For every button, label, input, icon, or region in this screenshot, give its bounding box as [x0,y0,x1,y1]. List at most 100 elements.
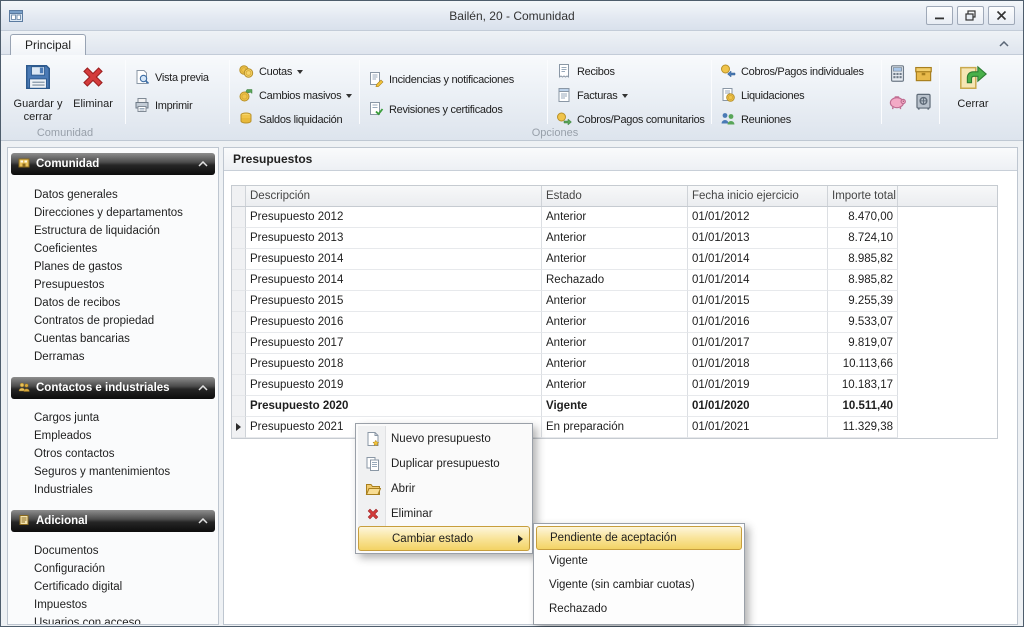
eliminar-button[interactable]: Eliminar [67,58,119,134]
gold-chest-icon [914,64,933,86]
table-row[interactable]: Presupuesto 2017 Anterior 01/01/2017 9.8… [232,333,997,354]
cell-estado: En preparación [542,417,688,438]
guardar-y-cerrar-button[interactable]: Guardar y cerrar [9,58,67,134]
archive-button[interactable] [911,63,935,87]
submenu-item-rechazado[interactable]: Rechazado [536,598,742,622]
dropdown-arrow-icon [622,94,628,98]
sidebar-item-certificado-digital[interactable]: Certificado digital [8,578,218,596]
sidebar-item-empleados[interactable]: Empleados [8,427,218,445]
coin-blue-arrow-icon [720,63,736,82]
menu-item-abrir[interactable]: Abrir [358,476,530,501]
column-header-estado[interactable]: Estado [542,186,688,206]
revisiones-button[interactable]: Revisiones y certificados [363,99,508,121]
row-indicator [232,228,246,249]
recibos-button[interactable]: Recibos [551,61,620,83]
menu-item-duplicar-presupuesto[interactable]: Duplicar presupuesto [358,451,530,476]
cerrar-button[interactable]: Cerrar [945,58,1001,134]
table-row[interactable]: Presupuesto 2014 Anterior 01/01/2014 8.9… [232,249,997,270]
cell-descripcion: Presupuesto 2015 [246,291,542,312]
row-indicator [232,375,246,396]
close-button[interactable] [988,6,1015,25]
menu-item-label: Nuevo presupuesto [391,433,491,445]
cobros-individuales-button[interactable]: Cobros/Pagos individuales [715,61,869,83]
sidebar-item-coeficientes[interactable]: Coeficientes [8,240,218,258]
current-row-arrow-icon [236,423,241,431]
sidebar-item-datos-de-recibos[interactable]: Datos de recibos [8,294,218,312]
cell-descripcion: Presupuesto 2019 [246,375,542,396]
row-indicator [232,207,246,228]
sidebar-item-usuarios-con-acceso[interactable]: Usuarios con acceso [8,614,218,625]
table-row[interactable]: Presupuesto 2012 Anterior 01/01/2012 8.4… [232,207,997,228]
table-row[interactable]: Presupuesto 2014 Rechazado 01/01/2014 8.… [232,270,997,291]
row-indicator [232,291,246,312]
submenu-item-vigente[interactable]: Vigente [536,550,742,574]
sidebar-item-cuentas-bancarias[interactable]: Cuentas bancarias [8,330,218,348]
cell-fecha: 01/01/2016 [688,312,828,333]
group-divider [547,60,548,124]
row-indicator [232,417,246,438]
cell-estado: Anterior [542,375,688,396]
sidebar-item-planes-de-gastos[interactable]: Planes de gastos [8,258,218,276]
chevron-up-icon [198,515,208,527]
calculator-button[interactable] [885,63,909,87]
sidebar-section-title: Contactos e industriales [36,382,192,394]
menu-item-label: Eliminar [391,508,433,520]
sidebar-item-otros-contactos[interactable]: Otros contactos [8,445,218,463]
cell-fecha: 01/01/2017 [688,333,828,354]
submenu-arrow-icon [518,535,523,543]
imprimir-label: Imprimir [155,100,192,112]
table-row[interactable]: Presupuesto 2019 Anterior 01/01/2019 10.… [232,375,997,396]
safe-button[interactable] [911,91,935,115]
sidebar-item-industriales[interactable]: Industriales [8,481,218,499]
sidebar-item-impuestos[interactable]: Impuestos [8,596,218,614]
sidebar-item-derramas[interactable]: Derramas [8,348,218,366]
sidebar-section-comunidad[interactable]: Comunidad [11,153,215,175]
sidebar-item-contratos-de-propiedad[interactable]: Contratos de propiedad [8,312,218,330]
invoice-icon [556,87,572,106]
table-row[interactable]: Presupuesto 2018 Anterior 01/01/2018 10.… [232,354,997,375]
ribbon-collapse-button[interactable] [995,36,1013,51]
table-row[interactable]: Presupuesto 2013 Anterior 01/01/2013 8.7… [232,228,997,249]
sidebar-item-configuracion[interactable]: Configuración [8,560,218,578]
table-row[interactable]: Presupuesto 2015 Anterior 01/01/2015 9.2… [232,291,997,312]
liquidaciones-button[interactable]: Liquidaciones [715,85,809,107]
table-row[interactable]: Presupuesto 2016 Anterior 01/01/2016 9.5… [232,312,997,333]
sidebar-item-datos-generales[interactable]: Datos generales [8,186,218,204]
sidebar-item-estructura-de-liquidacion[interactable]: Estructura de liquidación [8,222,218,240]
column-header-fecha[interactable]: Fecha inicio ejercicio [688,186,828,206]
sidebar-section-adicional[interactable]: Adicional [11,510,215,532]
minimize-button[interactable] [926,6,953,25]
sidebar-item-documentos[interactable]: Documentos [8,542,218,560]
submenu-item-vigente-sin-cambiar-cuotas[interactable]: Vigente (sin cambiar cuotas) [536,574,742,598]
cell-importe: 9.819,07 [828,333,898,354]
cell-importe: 9.533,07 [828,312,898,333]
vista-previa-button[interactable]: Vista previa [129,67,214,89]
column-header-descripcion[interactable]: Descripción [246,186,542,206]
incidencias-button[interactable]: Incidencias y notificaciones [363,69,519,91]
tab-principal[interactable]: Principal [10,34,86,55]
sidebar-item-cargos-junta[interactable]: Cargos junta [8,409,218,427]
submenu-item-pendiente-de-aceptacion[interactable]: Pendiente de aceptación [536,526,742,550]
facturas-button[interactable]: Facturas [551,85,633,107]
liquidaciones-label: Liquidaciones [741,90,804,102]
coin-refresh-icon [238,87,254,106]
menu-item-cambiar-estado[interactable]: Cambiar estado [358,526,530,551]
maximize-button[interactable] [957,6,984,25]
close-form-icon [958,62,988,95]
sidebar-item-presupuestos[interactable]: Presupuestos [8,276,218,294]
table-row-vigente[interactable]: Presupuesto 2020 Vigente 01/01/2020 10.5… [232,396,997,417]
menu-item-eliminar[interactable]: Eliminar [358,501,530,526]
column-header-importe[interactable]: Importe total [828,186,898,206]
imprimir-button[interactable]: Imprimir [129,95,197,117]
sidebar-item-direcciones-y-departamentos[interactable]: Direcciones y departamentos [8,204,218,222]
menu-item-nuevo-presupuesto[interactable]: Nuevo presupuesto [358,426,530,451]
piggy-bank-button[interactable] [885,91,909,115]
cell-estado: Anterior [542,354,688,375]
duplicate-icon [362,456,383,472]
cambios-masivos-button[interactable]: Cambios masivos [233,85,357,107]
sidebar-section-contactos[interactable]: Contactos e industriales [11,377,215,399]
table-row-selected[interactable]: Presupuesto 2021 En preparación 01/01/20… [232,417,997,438]
cuotas-button[interactable]: Cuotas [233,61,308,83]
dropdown-arrow-icon [346,94,352,98]
sidebar-item-seguros-y-mantenimientos[interactable]: Seguros y mantenimientos [8,463,218,481]
